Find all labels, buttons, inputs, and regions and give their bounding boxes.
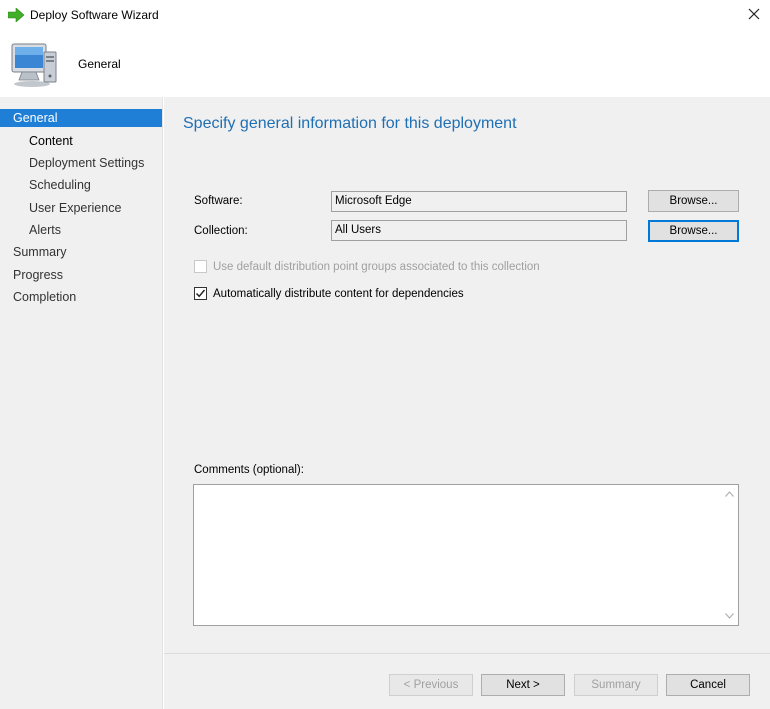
sidebar-item-deployment-settings[interactable]: Deployment Settings <box>0 154 162 172</box>
comments-textarea[interactable] <box>193 484 739 626</box>
close-button[interactable] <box>738 0 770 30</box>
cancel-button[interactable]: Cancel <box>666 674 750 696</box>
wizard-steps-sidebar: General Content Deployment Settings Sche… <box>0 97 163 709</box>
green-arrow-icon <box>7 7 25 23</box>
auto-distribute-option: Automatically distribute content for dep… <box>194 287 464 300</box>
close-icon <box>748 8 760 23</box>
default-dp-groups-label: Use default distribution point groups as… <box>213 260 540 273</box>
sidebar-item-content[interactable]: Content <box>0 132 162 150</box>
collection-label: Collection: <box>194 225 248 237</box>
wizard-footer: < Previous Next > Summary Cancel <box>164 653 770 709</box>
title-bar: Deploy Software Wizard <box>0 0 770 32</box>
sidebar-item-summary[interactable]: Summary <box>0 243 162 261</box>
collection-browse-button[interactable]: Browse... <box>648 220 739 242</box>
scroll-up-icon[interactable] <box>722 487 736 501</box>
scroll-down-icon[interactable] <box>722 609 736 623</box>
summary-button[interactable]: Summary <box>574 674 658 696</box>
sidebar-item-general[interactable]: General <box>0 109 162 127</box>
auto-distribute-label: Automatically distribute content for dep… <box>213 287 464 300</box>
sidebar-item-alerts[interactable]: Alerts <box>0 221 162 239</box>
next-button[interactable]: Next > <box>481 674 565 696</box>
software-field[interactable]: Microsoft Edge <box>331 191 627 212</box>
sidebar-item-progress[interactable]: Progress <box>0 266 162 284</box>
software-label: Software: <box>194 195 243 207</box>
collection-field[interactable]: All Users <box>331 220 627 241</box>
page-heading: Specify general information for this dep… <box>183 115 517 132</box>
sidebar-item-scheduling[interactable]: Scheduling <box>0 176 162 194</box>
default-dp-groups-option: Use default distribution point groups as… <box>194 260 540 273</box>
previous-button[interactable]: < Previous <box>389 674 473 696</box>
auto-distribute-checkbox[interactable] <box>194 287 207 300</box>
wizard-header: General <box>0 32 770 96</box>
sidebar-item-user-experience[interactable]: User Experience <box>0 199 162 217</box>
header-title: General <box>78 57 121 71</box>
checkmark-icon <box>195 289 206 298</box>
computer-icon <box>8 38 60 90</box>
window-title: Deploy Software Wizard <box>30 8 159 22</box>
comments-label: Comments (optional): <box>194 464 304 476</box>
sidebar-item-completion[interactable]: Completion <box>0 288 162 306</box>
main-panel: Specify general information for this dep… <box>164 97 770 653</box>
software-browse-button[interactable]: Browse... <box>648 190 739 212</box>
default-dp-groups-checkbox[interactable] <box>194 260 207 273</box>
